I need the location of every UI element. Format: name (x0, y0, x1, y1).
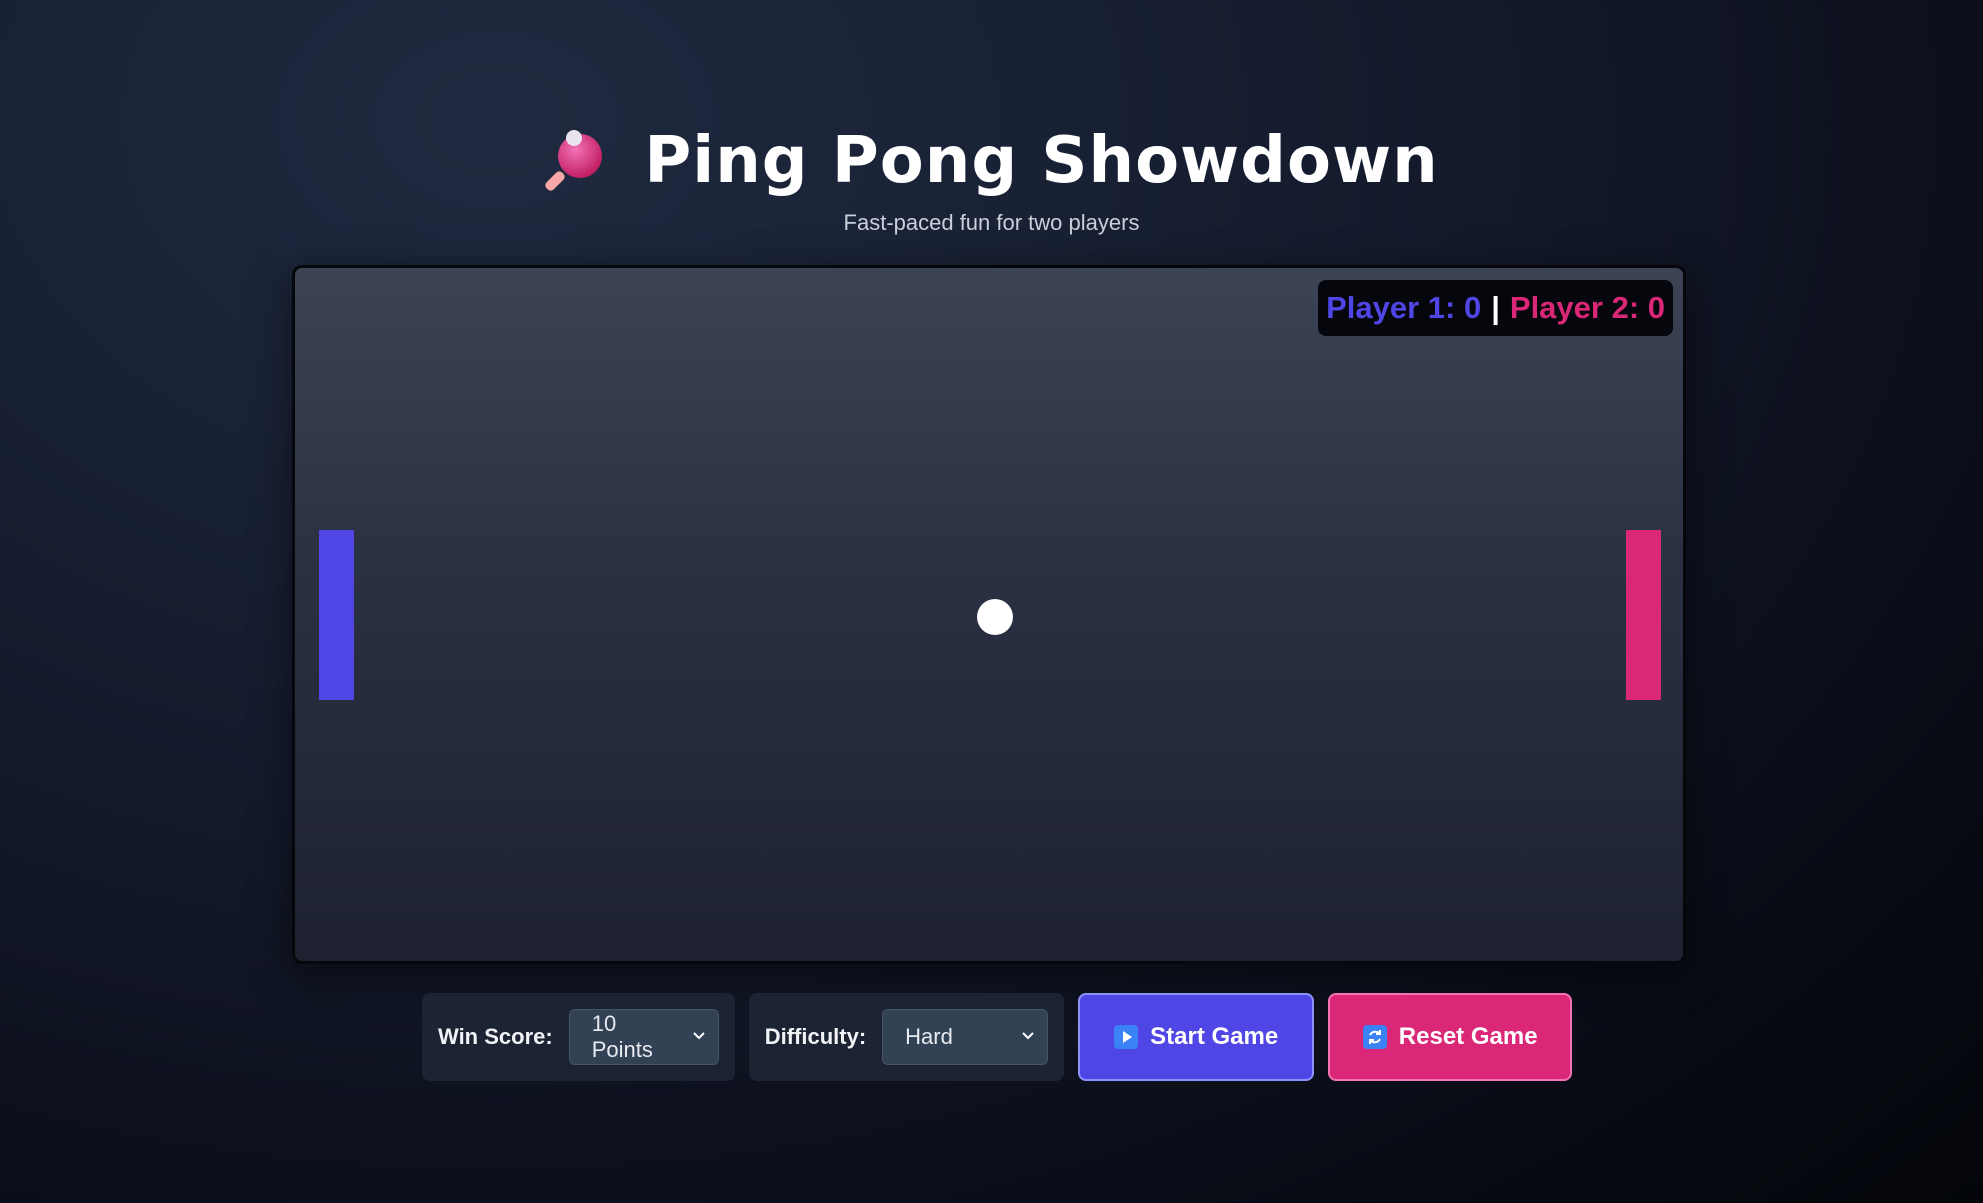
win-score-value: 10 Points (591, 1011, 653, 1062)
game-canvas[interactable]: Player 1: 0 | Player 2: 0 (292, 265, 1686, 964)
chevron-down-icon (692, 1028, 706, 1046)
difficulty-group: Difficulty: Hard (748, 993, 1065, 1081)
player1-score: Player 1: 0 (1326, 290, 1482, 325)
difficulty-label: Difficulty: (764, 1024, 867, 1049)
controls-bar: Win Score: 10 Points Difficulty: Hard St… (422, 993, 1573, 1081)
header: Ping Pong Showdown Fast-paced fun for tw… (0, 118, 1983, 236)
scoreboard: Player 1: 0 | Player 2: 0 (1318, 280, 1673, 336)
page-title: Ping Pong Showdown (644, 124, 1439, 198)
start-game-label: Start Game (1150, 1023, 1279, 1050)
win-score-group: Win Score: 10 Points (422, 993, 735, 1081)
win-score-label: Win Score: (438, 1024, 553, 1049)
ping-pong-paddle-icon (544, 128, 610, 194)
ball (977, 599, 1013, 635)
title-row: Ping Pong Showdown (0, 118, 1983, 204)
page-subtitle: Fast-paced fun for two players (843, 210, 1140, 235)
right-paddle (1626, 530, 1661, 700)
chevron-down-icon (1021, 1028, 1035, 1046)
player2-score: Player 2: 0 (1509, 290, 1665, 325)
play-icon (1114, 1025, 1139, 1049)
win-score-select[interactable]: 10 Points (568, 1009, 719, 1065)
reset-game-button[interactable]: Reset Game (1328, 993, 1573, 1081)
reset-game-label: Reset Game (1398, 1023, 1538, 1050)
left-paddle (319, 530, 354, 700)
refresh-icon (1362, 1025, 1387, 1049)
score-separator: | (1491, 290, 1500, 325)
difficulty-select[interactable]: Hard (882, 1009, 1049, 1065)
start-game-button[interactable]: Start Game (1078, 993, 1315, 1081)
difficulty-value: Hard (905, 1024, 953, 1049)
